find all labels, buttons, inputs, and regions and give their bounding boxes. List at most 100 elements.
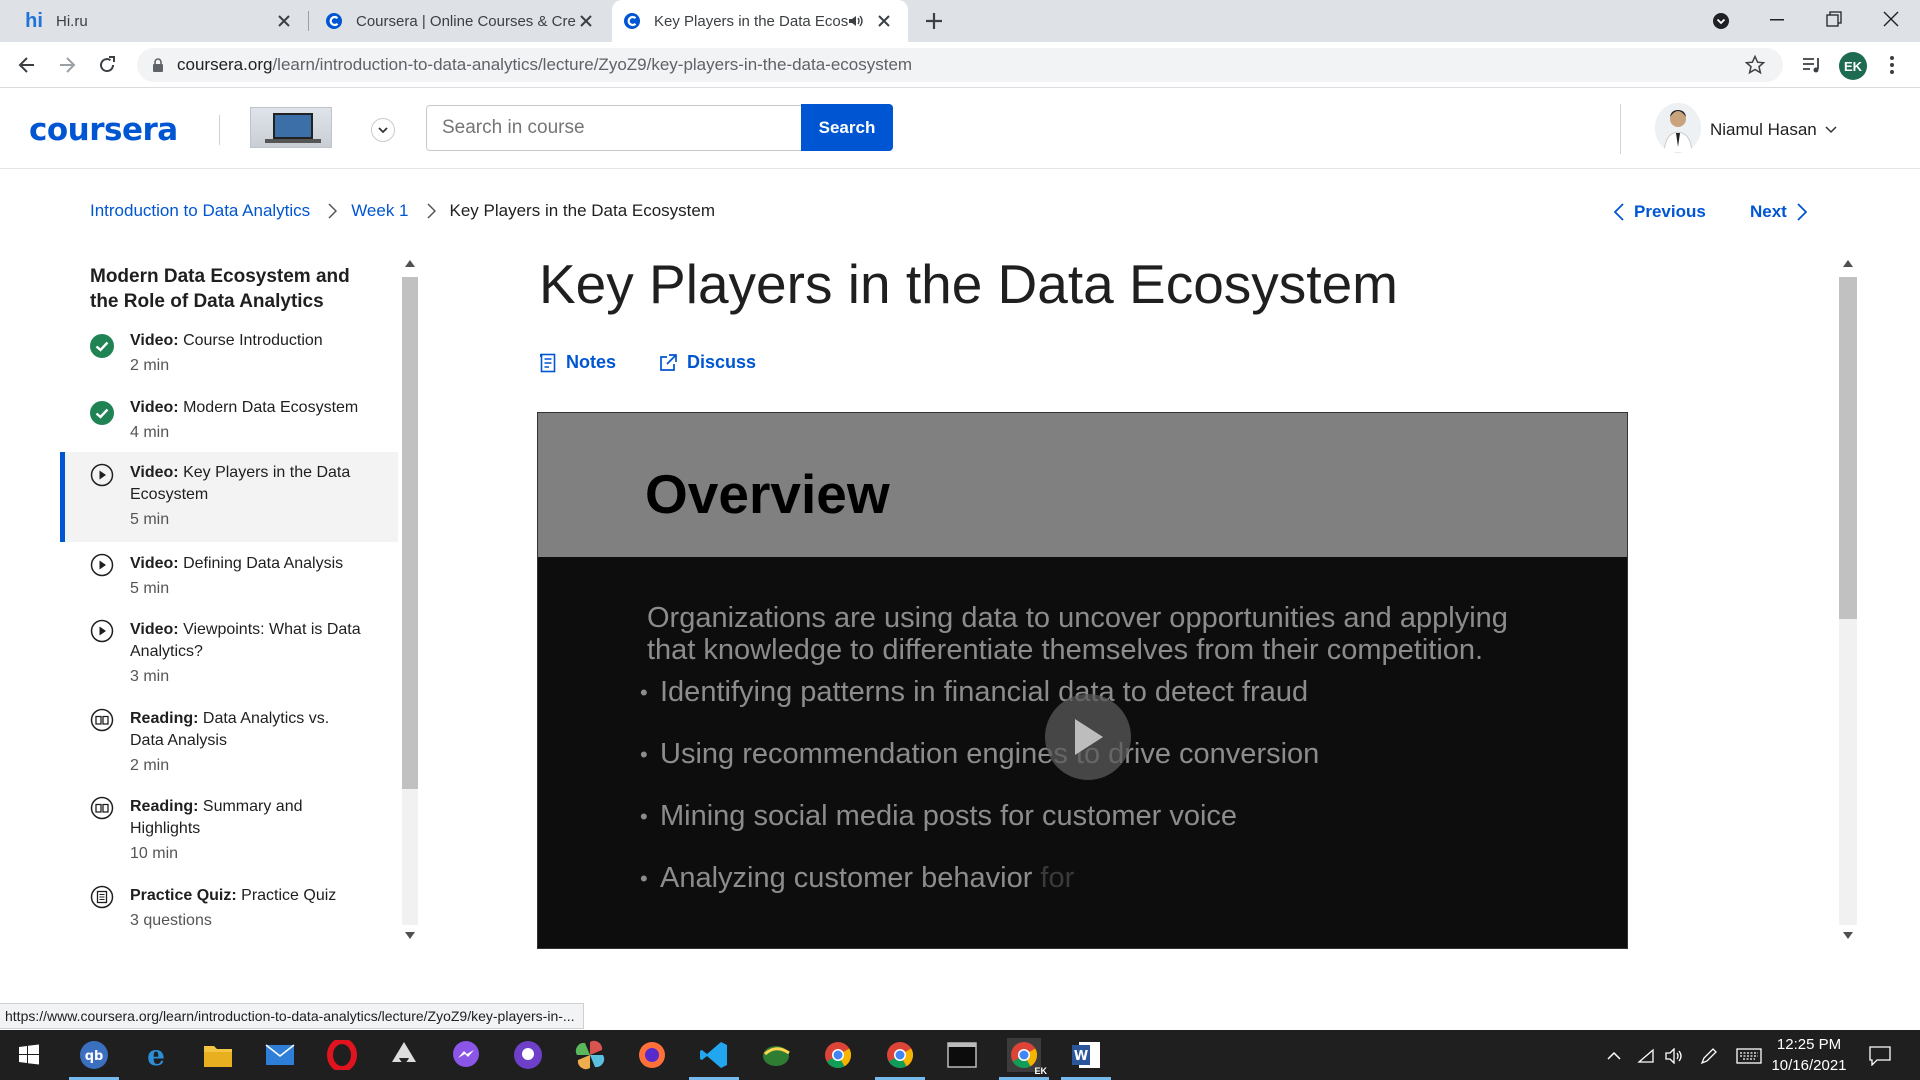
play-button[interactable] [1045,694,1131,780]
course-menu-chevron-icon[interactable] [371,118,395,142]
browser-tab-strip: hi Hi.ru Coursera | Online Courses & Cre… [0,0,1920,42]
next-label: Next [1750,202,1787,221]
forward-icon[interactable] [52,50,82,80]
user-menu[interactable]: Niamul Hasan [1710,120,1837,140]
tab-title: Key Players in the Data Ecosy [654,12,848,30]
sidebar-item-practice-quiz[interactable]: Practice Quiz: Practice Quiz 3 questions [60,885,398,945]
media-control-icon[interactable] [1802,56,1822,74]
hi-ru-favicon-icon: hi [25,9,43,32]
header-divider [1620,104,1621,154]
sidebar-item-course-introduction[interactable]: Video: Course Introduction 2 min [60,330,398,396]
sidebar-item-defining-data-analysis[interactable]: Video: Defining Data Analysis 5 min [60,553,398,619]
windows-taskbar: qb e EK W 12:25 PM 10/16/2021 [0,1030,1920,1080]
chrome-icon[interactable] [821,1038,855,1072]
github-desktop-icon[interactable] [511,1038,545,1072]
coursera-favicon-icon [622,11,642,31]
menu-kebab-icon[interactable] [1889,55,1895,75]
scroll-down-arrow-icon [1843,932,1853,939]
quiz-list-icon [90,885,114,909]
reading-book-icon [90,796,114,820]
chevron-right-icon [426,203,436,219]
sidebar-item-analytics-vs-analysis[interactable]: Reading: Data Analytics vs. Data Analysi… [60,708,398,796]
tab-coursera-home[interactable]: Coursera | Online Courses & Cred [308,0,610,42]
mail-icon[interactable] [263,1038,297,1072]
address-bar[interactable]: coursera.org/learn/introduction-to-data-… [137,48,1783,82]
user-name: Niamul Hasan [1710,120,1817,139]
user-avatar[interactable] [1655,103,1701,153]
keyboard-icon[interactable] [1736,1046,1762,1066]
header-divider [219,115,220,145]
windows-start-icon[interactable] [12,1038,46,1072]
discuss-label: Discuss [687,352,757,372]
url-text: coursera.org/learn/introduction-to-data-… [177,55,913,74]
new-tab-icon[interactable] [924,11,944,31]
previous-button[interactable]: Previous [1614,202,1706,222]
coursera-logo[interactable]: coursera [29,112,178,148]
notes-button[interactable]: Notes [540,352,616,373]
completed-check-icon [90,334,114,358]
firefox-icon[interactable] [635,1038,669,1072]
search-input[interactable] [426,105,802,151]
chevron-right-icon [1797,203,1807,221]
chevron-left-icon [1614,203,1624,221]
audio-playing-icon[interactable] [848,14,864,28]
video-player[interactable]: Overview Organizations are using data to… [537,412,1628,949]
page-title: Key Players in the Data Ecosystem [539,253,1398,315]
close-tab-icon[interactable] [274,11,294,31]
notes-icon [540,353,556,372]
maps-globe-icon[interactable] [759,1038,793,1072]
terminal-icon[interactable] [945,1038,979,1072]
scroll-up-arrow-icon [405,260,415,267]
pinwheel-app-icon[interactable] [573,1038,607,1072]
chrome-profile-icon[interactable] [875,1038,925,1080]
discuss-button[interactable]: Discuss [659,352,756,373]
bookmark-star-icon[interactable] [1745,55,1765,75]
sidebar-item-summary[interactable]: Reading: Summary and Highlights 10 min [60,796,398,884]
opera-icon[interactable] [325,1038,359,1072]
file-explorer-icon[interactable] [201,1038,235,1072]
play-circle-icon [90,619,114,643]
edge-icon[interactable]: e [139,1038,173,1072]
close-tab-icon[interactable] [874,11,894,31]
tab-key-players[interactable]: Key Players in the Data Ecosy [612,0,908,42]
tab-search-icon[interactable] [1712,12,1730,30]
next-button[interactable]: Next [1750,202,1807,222]
slide-heading: Overview [645,463,890,525]
breadcrumb-course-link[interactable]: Introduction to Data Analytics [90,201,310,221]
previous-label: Previous [1634,202,1706,221]
close-tab-icon[interactable] [576,11,596,31]
vscode-icon[interactable] [689,1038,739,1080]
notes-label: Notes [566,352,617,372]
inkscape-icon[interactable] [387,1038,421,1072]
sidebar-scroll-thumb[interactable] [402,277,418,789]
network-icon[interactable] [1636,1046,1656,1066]
close-window-icon[interactable] [1883,11,1899,27]
sidebar-item-viewpoints[interactable]: Video: Viewpoints: What is Data Analytic… [60,619,398,707]
pen-icon[interactable] [1699,1046,1719,1066]
word-icon[interactable]: W [1061,1038,1111,1080]
notifications-icon[interactable] [1868,1046,1892,1066]
minimize-icon[interactable] [1770,19,1784,21]
restore-icon[interactable] [1826,11,1842,27]
tab-hi-ru[interactable]: hi Hi.ru [0,0,308,42]
breadcrumb-week-link[interactable]: Week 1 [351,201,408,221]
reload-icon[interactable] [92,50,122,80]
sidebar-item-key-players[interactable]: Video: Key Players in the Data Ecosystem… [60,452,398,542]
volume-icon[interactable] [1664,1046,1684,1066]
course-thumbnail[interactable] [250,107,332,148]
slide-bullet: Using recommendation engines to drive co… [640,738,1319,771]
messenger-icon[interactable] [449,1038,483,1072]
back-icon[interactable] [12,50,42,80]
search-button[interactable]: Search [801,104,893,151]
chrome-profile-badge: EK [1034,1066,1047,1076]
chrome-ek-icon[interactable]: EK [999,1038,1049,1080]
breadcrumb: Introduction to Data Analytics Week 1 Ke… [90,201,715,221]
main-scrollbar[interactable] [1837,255,1859,945]
main-scroll-thumb[interactable] [1839,277,1857,619]
breadcrumb-current: Key Players in the Data Ecosystem [449,201,716,220]
qbittorrent-icon[interactable]: qb [69,1038,119,1080]
system-clock[interactable]: 12:25 PM 10/16/2021 [1764,1034,1854,1076]
profile-avatar[interactable]: EK [1839,52,1867,80]
sidebar-scrollbar[interactable] [400,255,420,945]
tray-overflow-chevron-icon[interactable] [1604,1046,1624,1066]
